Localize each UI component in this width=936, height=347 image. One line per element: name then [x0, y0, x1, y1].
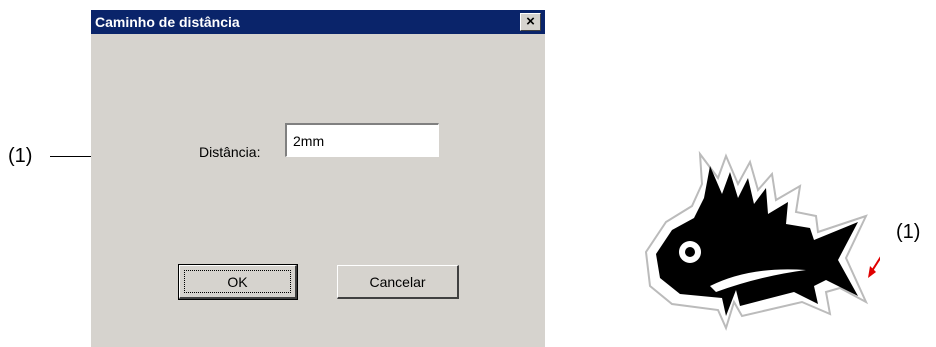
dialog-titlebar[interactable]: Caminho de distância × [91, 10, 545, 34]
fish-pupil [685, 247, 695, 257]
dialog-title: Caminho de distância [95, 14, 240, 30]
close-icon: × [526, 13, 535, 30]
close-button[interactable]: × [520, 13, 541, 31]
cancel-label: Cancelar [369, 273, 426, 290]
distance-path-dialog: Caminho de distância × Distância: OK Can… [91, 10, 545, 347]
callout-label-left: (1) [8, 145, 33, 167]
distance-label: Distância: [199, 144, 261, 160]
callout-arrow [869, 256, 880, 275]
focus-rect [184, 270, 291, 293]
distance-input[interactable] [285, 123, 439, 157]
cancel-button[interactable]: Cancelar [337, 265, 459, 299]
ok-button[interactable]: OK [178, 264, 298, 300]
callout-label-right: (1) [896, 221, 921, 243]
fish-illustration [644, 150, 880, 331]
